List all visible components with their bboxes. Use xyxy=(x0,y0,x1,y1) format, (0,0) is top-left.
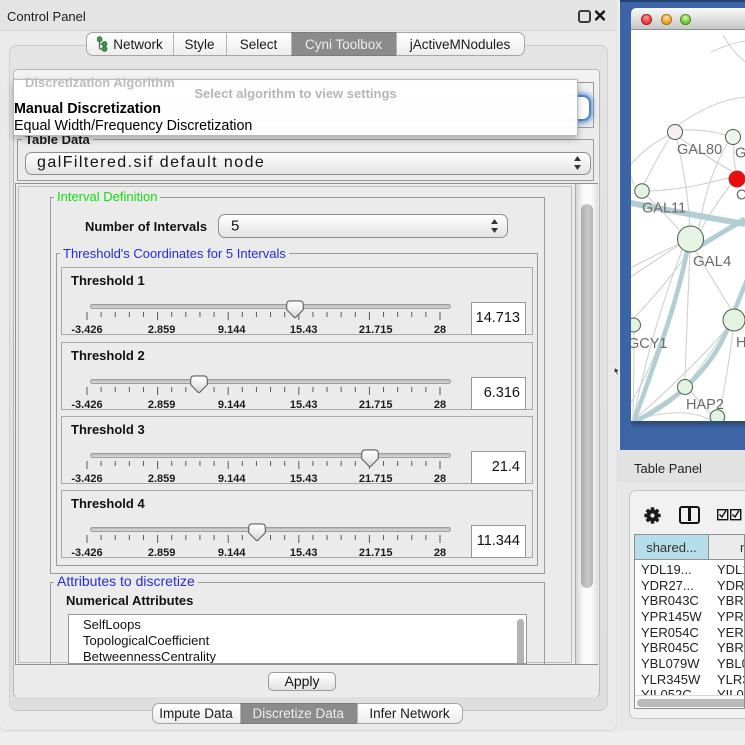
svg-text:C: C xyxy=(736,188,745,204)
svg-text:GAL80: GAL80 xyxy=(677,142,722,158)
svg-text:GA: GA xyxy=(735,146,745,162)
svg-text:H: H xyxy=(736,335,745,351)
svg-text:HAP2: HAP2 xyxy=(686,397,724,413)
svg-text:GCY1: GCY1 xyxy=(631,336,668,352)
svg-text:GAL4: GAL4 xyxy=(693,253,731,270)
svg-text:GAL11: GAL11 xyxy=(642,201,686,217)
